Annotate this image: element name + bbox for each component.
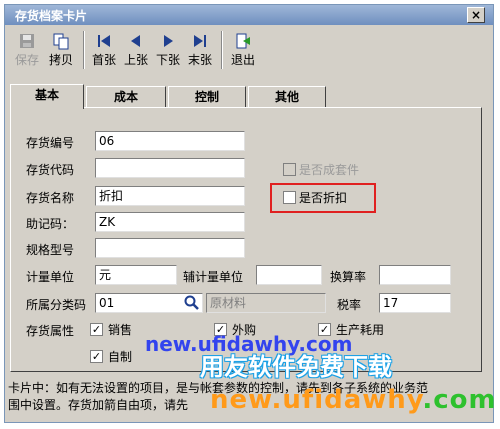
- category-name-field: 原材料: [206, 293, 326, 313]
- exit-door-icon: [236, 33, 250, 49]
- watermark-slogan: 用友软件免费下载: [200, 353, 392, 381]
- sales-checkbox[interactable]: ✓: [90, 323, 103, 336]
- tax-label: 税率: [337, 298, 362, 312]
- code-label: 存货编号: [26, 136, 75, 150]
- unit-label: 计量单位: [26, 270, 75, 284]
- selfmade-checkbox[interactable]: ✓: [90, 350, 103, 363]
- aux-unit-field[interactable]: [256, 265, 322, 285]
- spec-field[interactable]: [95, 238, 245, 258]
- lookup-button[interactable]: [183, 294, 201, 312]
- exit-button[interactable]: 退出: [227, 29, 259, 71]
- name-field[interactable]: 折扣: [95, 186, 245, 206]
- unit-field[interactable]: 元: [95, 265, 177, 285]
- toolbar-separator: [221, 31, 223, 69]
- exit-label: 退出: [230, 53, 255, 67]
- previous-record-button[interactable]: 上张: [121, 29, 151, 71]
- alias-label: 存货代码: [26, 163, 75, 177]
- sales-label: 销售: [108, 323, 133, 337]
- name-label: 存货名称: [26, 191, 75, 205]
- mnemonic-label: 助记码：: [26, 217, 75, 231]
- first-label: 首张: [91, 53, 116, 67]
- code-field[interactable]: 06: [95, 131, 245, 151]
- copy-label: 拷贝: [48, 53, 73, 67]
- window-title: 存货档案卡片: [15, 9, 88, 23]
- next-label: 下张: [155, 53, 180, 67]
- toolbar-separator: [83, 31, 85, 69]
- finished-set-label: 是否成套件: [299, 163, 360, 177]
- selfmade-label: 自制: [108, 350, 133, 364]
- previous-label: 上张: [123, 53, 148, 67]
- tax-field[interactable]: 17: [379, 293, 451, 313]
- tab-other[interactable]: 其他: [248, 86, 326, 108]
- close-button[interactable]: ×: [467, 7, 485, 23]
- discount-label: 是否折扣: [299, 191, 348, 205]
- toolbar: 保存 拷贝 首张 上张 下张 末张 退出: [9, 29, 489, 73]
- next-arrow-icon: [164, 35, 173, 47]
- next-record-button[interactable]: 下张: [153, 29, 183, 71]
- mnemonic-field[interactable]: ZK: [95, 212, 245, 232]
- attribute-label: 存货属性: [26, 324, 75, 338]
- last-arrow-icon: [194, 35, 206, 47]
- rate-field[interactable]: [379, 265, 451, 285]
- finished-set-checkbox[interactable]: [283, 163, 296, 176]
- watermark-url-suffix: .com: [422, 385, 497, 415]
- discount-checkbox[interactable]: [283, 191, 296, 204]
- tab-cost[interactable]: 成本: [86, 86, 166, 108]
- last-label: 末张: [187, 53, 212, 67]
- watermark-url-main: new.ufidawhy: [210, 385, 423, 415]
- watermark-url-large: new.ufidawhy.com: [210, 385, 497, 415]
- tab-strip: 基本 成本 控制 其他: [10, 84, 480, 109]
- previous-arrow-icon: [131, 35, 140, 47]
- save-label: 保存: [14, 53, 39, 67]
- aux-unit-label: 辅计量单位: [183, 270, 244, 284]
- search-icon: [184, 295, 199, 310]
- save-button[interactable]: 保存: [11, 29, 43, 71]
- copy-button[interactable]: 拷贝: [45, 29, 77, 71]
- last-record-button[interactable]: 末张: [185, 29, 215, 71]
- title-bar: 存货档案卡片 ×: [5, 5, 493, 25]
- alias-field[interactable]: [95, 158, 245, 178]
- floppy-disk-icon: [20, 34, 34, 48]
- spec-label: 规格型号: [26, 243, 75, 257]
- first-record-button[interactable]: 首张: [89, 29, 119, 71]
- tab-basic[interactable]: 基本: [10, 84, 84, 109]
- category-label: 所属分类码: [26, 298, 87, 312]
- rate-label: 换算率: [330, 270, 367, 284]
- first-arrow-icon: [98, 35, 110, 47]
- tab-control[interactable]: 控制: [168, 86, 246, 108]
- copy-icon: [53, 33, 69, 50]
